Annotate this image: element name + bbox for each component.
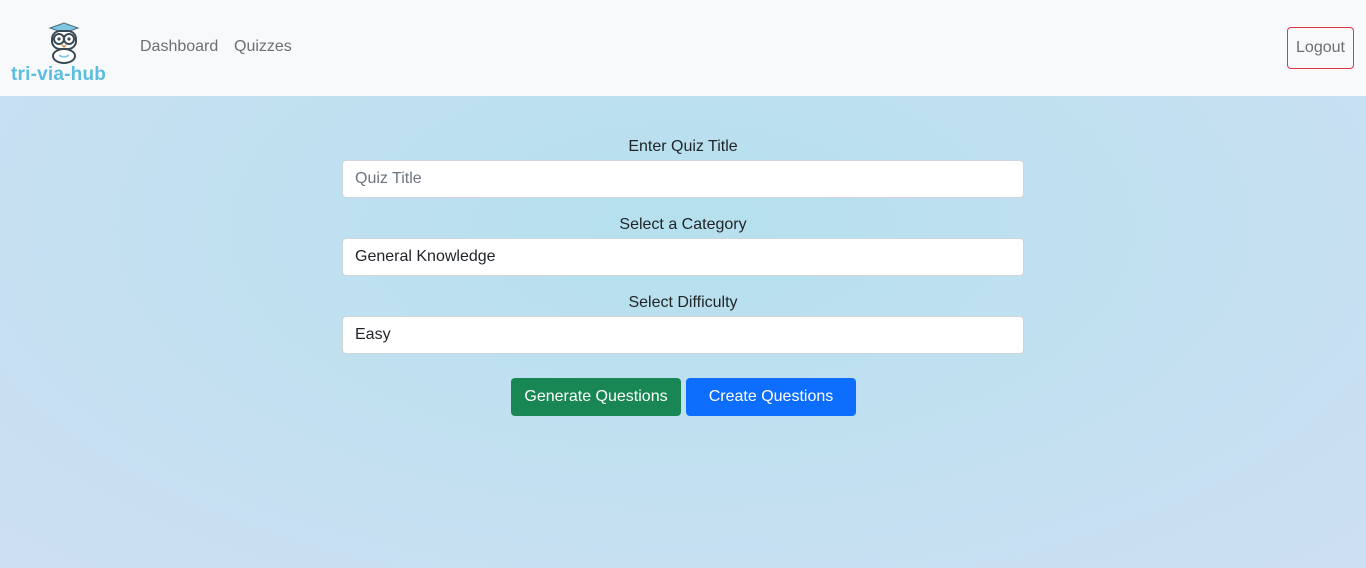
- nav-link-dashboard[interactable]: Dashboard: [140, 38, 218, 56]
- brand-logo[interactable]: tri-via-hub: [10, 22, 120, 86]
- difficulty-label: Select Difficulty: [628, 294, 738, 311]
- create-questions-button[interactable]: Create Questions: [686, 378, 856, 416]
- quiz-title-input[interactable]: [342, 160, 1024, 198]
- category-selected-value: General Knowledge: [355, 248, 496, 265]
- brand-name: tri-via-hub: [11, 64, 107, 85]
- generate-questions-button[interactable]: Generate Questions: [511, 378, 681, 416]
- category-select[interactable]: General Knowledge: [342, 238, 1024, 276]
- quiz-title-label: Enter Quiz Title: [628, 138, 738, 155]
- owl-logo-icon: [48, 22, 80, 64]
- difficulty-select[interactable]: Easy: [342, 316, 1024, 354]
- difficulty-selected-value: Easy: [355, 326, 391, 343]
- nav-link-quizzes[interactable]: Quizzes: [234, 38, 292, 56]
- navbar: tri-via-hub Dashboard Quizzes Logout: [0, 0, 1366, 96]
- logout-button[interactable]: Logout: [1287, 27, 1354, 69]
- category-label: Select a Category: [619, 216, 747, 233]
